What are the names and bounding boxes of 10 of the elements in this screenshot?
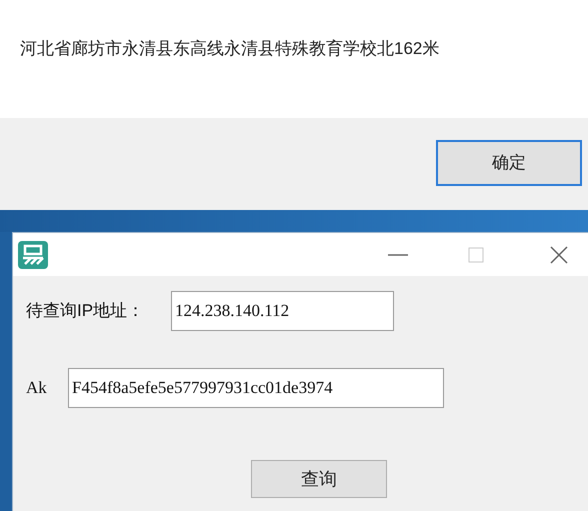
field-label: 待查询IP地址： bbox=[26, 300, 146, 322]
ak-field[interactable]: F454f8a5efe5e577997931cc01de3974 bbox=[68, 368, 444, 408]
minimize-icon[interactable] bbox=[388, 252, 408, 256]
ok-button[interactable]: 确定 bbox=[436, 140, 582, 186]
ip-address-field[interactable]: 124.238.140.112 bbox=[171, 290, 394, 330]
query-button[interactable]: 查询 bbox=[251, 460, 387, 498]
field-label: Ak bbox=[26, 376, 48, 399]
app-logo-icon bbox=[17, 240, 49, 270]
message-text: 河北省廊坊市永清县东高线永清县特殊教育学校北162米 bbox=[20, 38, 440, 60]
close-icon[interactable] bbox=[550, 246, 568, 264]
